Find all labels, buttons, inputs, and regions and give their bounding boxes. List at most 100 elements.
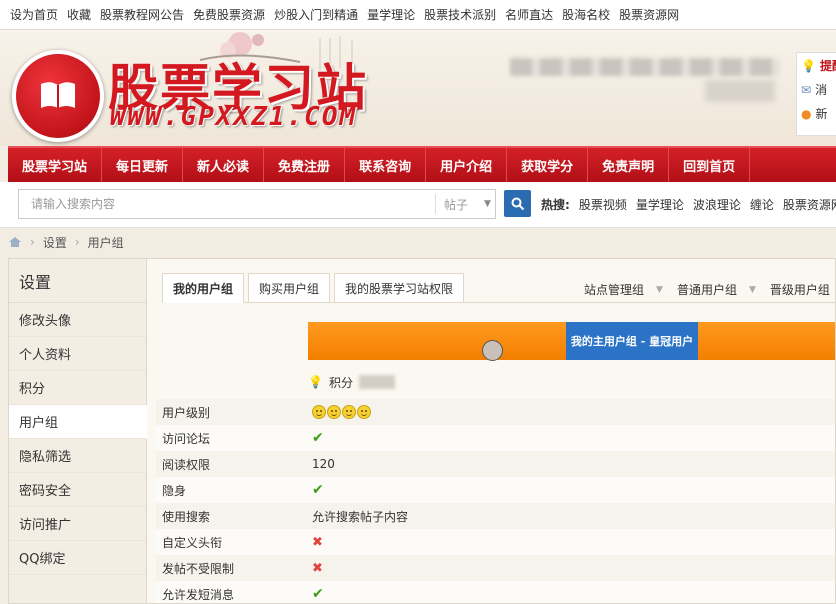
top-link-school[interactable]: 股海名校 (562, 6, 610, 23)
sidebar-item-avatar[interactable]: 修改头像 (9, 303, 146, 337)
reminder-link[interactable]: 💡提醒 (801, 57, 836, 74)
sidebar-item-qq[interactable]: QQ绑定 (9, 541, 146, 575)
permission-value: ✖ (306, 555, 835, 581)
blurred-user-info-2 (705, 80, 775, 102)
top-link-bar: 设为首页 收藏 股票教程网公告 免费股票资源 炒股入门到精通 量学理论 股票技术… (0, 0, 836, 30)
points-row: 💡 积分 (308, 365, 395, 399)
tab-my-usergroup[interactable]: 我的用户组 (162, 273, 245, 303)
level-faces (312, 405, 832, 419)
logo-book-icon[interactable] (12, 50, 104, 142)
nav-item-back-home[interactable]: 回到首页 (669, 148, 751, 182)
sidebar-item-promotion[interactable]: 访问推广 (9, 507, 146, 541)
caret-down-icon: ▼ (748, 284, 756, 295)
top-link-announcement[interactable]: 股票教程网公告 (100, 6, 184, 23)
permission-label: 允许发短消息 (156, 581, 306, 603)
book-icon (41, 82, 75, 108)
top-link-tech-schools[interactable]: 股票技术派别 (424, 6, 496, 23)
search-icon (511, 197, 524, 210)
caret-down-icon: ▼ (484, 199, 491, 209)
group-link-upgrade[interactable]: 晋级用户组 ▼ (770, 281, 835, 298)
home-icon[interactable] (8, 236, 22, 248)
nav-item-newbie[interactable]: 新人必读 (183, 148, 265, 182)
caret-down-icon: ▼ (656, 284, 663, 295)
top-link-liangxue[interactable]: 量学理论 (367, 6, 415, 23)
table-row: 使用搜索 允许搜索帖子内容 (156, 503, 835, 529)
permission-label: 用户级别 (156, 399, 306, 425)
nav-item-contact[interactable]: 联系咨询 (345, 148, 427, 182)
permission-value: 120 (306, 451, 835, 477)
group-link-admin[interactable]: 站点管理组 ▼ (584, 281, 663, 298)
usergroup-banner: 我的主用户组 - 皇冠用户 (308, 322, 835, 361)
search-type-select[interactable]: 帖子 ▼ (435, 194, 495, 214)
permission-label: 使用搜索 (156, 503, 306, 529)
smiley-icon (357, 405, 371, 419)
breadcrumb: › 设置 › 用户组 (8, 230, 124, 254)
permission-table: 用户级别 访问论坛 ✔ 阅读权限 120 隐身 ✔ 使用搜索 允许搜索帖子内容 … (156, 399, 835, 603)
group-link-normal[interactable]: 普通用户组 ▼ (677, 281, 756, 298)
tab-buy-usergroup[interactable]: 购买用户组 (248, 273, 331, 303)
top-link-resource-site[interactable]: 股票资源网 (619, 6, 679, 23)
nav-item-user-intro[interactable]: 用户介绍 (426, 148, 508, 182)
search-input[interactable] (19, 190, 435, 218)
top-link-favorite[interactable]: 收藏 (67, 6, 91, 23)
hot-search-item[interactable]: 量学理论 (636, 196, 684, 213)
check-icon: ✔ (312, 430, 324, 446)
permission-label: 阅读权限 (156, 451, 306, 477)
table-row: 发帖不受限制 ✖ (156, 555, 835, 581)
breadcrumb-usergroup[interactable]: 用户组 (88, 234, 124, 251)
nav-item-disclaimer[interactable]: 免责声明 (588, 148, 670, 182)
nav-item-get-credits[interactable]: 获取学分 (507, 148, 589, 182)
table-row: 访问论坛 ✔ (156, 425, 835, 451)
smiley-icon (342, 405, 356, 419)
logo-url[interactable]: WWW.GPXXZ1.COM (110, 102, 357, 132)
usergroup-tabs: 我的用户组 购买用户组 我的股票学习站权限 (162, 273, 465, 303)
new-link[interactable]: ● 新 (801, 105, 828, 122)
progress-knob (482, 340, 503, 361)
group-type-links: 站点管理组 ▼ 普通用户组 ▼ 晋级用户组 ▼ (584, 281, 835, 298)
nav-item-home-site[interactable]: 股票学习站 (8, 148, 103, 182)
nav-item-register[interactable]: 免费注册 (264, 148, 346, 182)
breadcrumb-settings[interactable]: 设置 (43, 234, 67, 251)
top-link-set-homepage[interactable]: 设为首页 (10, 6, 58, 23)
check-icon: ✔ (312, 482, 324, 498)
site-header: 股票学习站 WWW.GPXXZ1.COM 💡提醒 ✉消 ●新 (0, 30, 836, 146)
search-box: 帖子 ▼ (18, 189, 496, 219)
bulb-icon: 💡 (308, 375, 323, 389)
top-link-masters[interactable]: 名师直达 (505, 6, 553, 23)
search-row: 帖子 ▼ 热搜: 股票视频 量学理论 波浪理论 缠论 股票资源网 (0, 182, 836, 228)
permission-label: 隐身 (156, 477, 306, 503)
person-icon: ● (801, 106, 812, 121)
bulb-icon: 💡 (801, 58, 816, 73)
hot-search-item[interactable]: 波浪理论 (693, 196, 741, 213)
hot-search-item[interactable]: 股票视频 (579, 196, 627, 213)
tab-my-permissions[interactable]: 我的股票学习站权限 (334, 273, 465, 303)
sidebar-item-password[interactable]: 密码安全 (9, 473, 146, 507)
sidebar-item-profile[interactable]: 个人资料 (9, 337, 146, 371)
permission-label: 发帖不受限制 (156, 555, 306, 581)
cross-icon: ✖ (312, 534, 323, 550)
permission-label: 自定义头衔 (156, 529, 306, 555)
message-link[interactable]: ✉ 消 (801, 81, 827, 98)
nav-item-daily-update[interactable]: 每日更新 (102, 148, 184, 182)
top-link-free-resources[interactable]: 免费股票资源 (193, 6, 265, 23)
points-label: 积分 (328, 375, 353, 390)
hot-search-item[interactable]: 股票资源网 (783, 196, 836, 213)
table-row: 用户级别 (156, 399, 835, 425)
chevron-right-icon: › (30, 235, 35, 249)
hot-search-item[interactable]: 缠论 (750, 196, 774, 213)
settings-panel: 设置 修改头像 个人资料 积分 用户组 隐私筛选 密码安全 访问推广 QQ绑定 … (8, 258, 836, 604)
search-button[interactable] (504, 190, 531, 217)
hot-search: 热搜: 股票视频 量学理论 波浪理论 缠论 股票资源网 (541, 196, 836, 213)
permission-value: ✔ (306, 425, 835, 451)
permission-label: 访问论坛 (156, 425, 306, 451)
hot-search-label: 热搜: (541, 198, 570, 212)
check-icon: ✔ (312, 586, 324, 602)
cross-icon: ✖ (312, 560, 323, 576)
sidebar-item-usergroup[interactable]: 用户组 (9, 405, 147, 439)
smiley-icon (327, 405, 341, 419)
top-link-beginner[interactable]: 炒股入门到精通 (274, 6, 358, 23)
sidebar-item-credits[interactable]: 积分 (9, 371, 146, 405)
main-usergroup-label: 我的主用户组 - 皇冠用户 (566, 322, 698, 360)
sidebar-item-privacy[interactable]: 隐私筛选 (9, 439, 146, 473)
settings-sidebar: 设置 修改头像 个人资料 积分 用户组 隐私筛选 密码安全 访问推广 QQ绑定 (9, 259, 147, 603)
